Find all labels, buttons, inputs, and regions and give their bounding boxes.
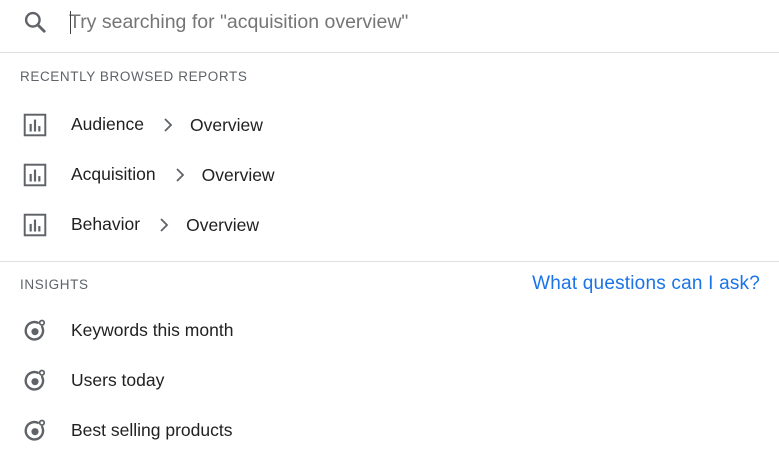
- report-category: Acquisition: [71, 163, 156, 184]
- recent-reports-section: RECENTLY BROWSED REPORTS Audience Overvi…: [0, 53, 779, 262]
- insight-item-best-selling[interactable]: Best selling products: [0, 410, 779, 450]
- chevron-right-icon: [160, 218, 169, 232]
- what-questions-link[interactable]: What questions can I ask?: [532, 273, 760, 295]
- search-input[interactable]: [69, 9, 749, 35]
- insights-section: INSIGHTS What questions can I ask? Keywo…: [0, 262, 779, 461]
- insight-label: Users today: [71, 369, 165, 390]
- insight-label: Keywords this month: [71, 319, 234, 340]
- report-name: Overview: [201, 164, 275, 185]
- insight-item-users-today[interactable]: Users today: [0, 360, 779, 400]
- recent-report-behavior[interactable]: Behavior Overview: [0, 204, 779, 244]
- recent-reports-heading: RECENTLY BROWSED REPORTS: [20, 69, 248, 84]
- insight-label: Best selling products: [71, 419, 233, 440]
- report-category: Behavior: [71, 213, 141, 234]
- recent-report-audience[interactable]: Audience Overview: [0, 104, 779, 144]
- search-bar: [0, 0, 779, 53]
- report-name: Overview: [189, 114, 263, 135]
- report-chart-icon: [23, 163, 47, 187]
- insights-icon: [24, 369, 46, 391]
- report-name: Overview: [186, 214, 260, 235]
- text-cursor: [70, 11, 71, 34]
- insight-item-keywords[interactable]: Keywords this month: [0, 310, 779, 350]
- insights-heading: INSIGHTS: [20, 277, 89, 292]
- insights-icon: [24, 419, 46, 441]
- report-chart-icon: [23, 213, 47, 237]
- recent-report-acquisition[interactable]: Acquisition Overview: [0, 154, 779, 194]
- chevron-right-icon: [164, 118, 173, 132]
- report-category: Audience: [71, 113, 144, 134]
- chevron-right-icon: [176, 168, 184, 182]
- insights-icon: [24, 319, 46, 341]
- search-icon[interactable]: [22, 9, 48, 35]
- report-chart-icon: [23, 113, 47, 137]
